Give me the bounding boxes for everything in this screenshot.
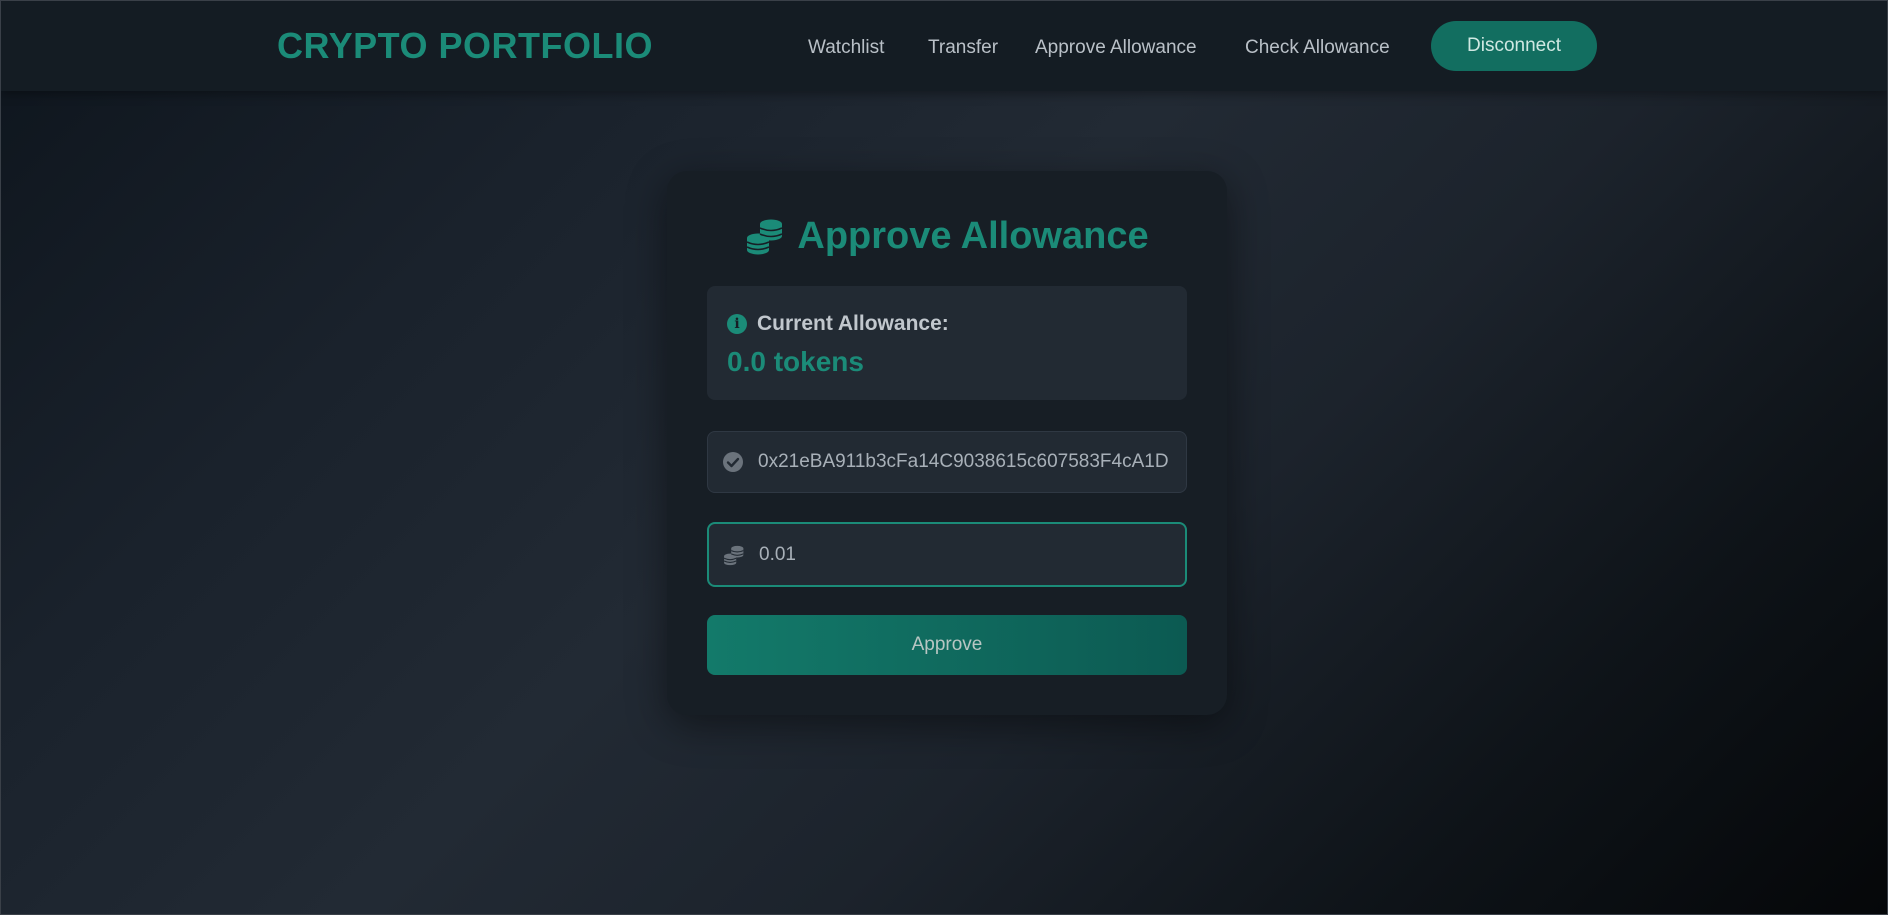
approve-allowance-card: Approve Allowance i Current Allowance: 0… xyxy=(667,171,1227,715)
allowance-value: 0.0 tokens xyxy=(727,346,864,377)
nav-link-transfer[interactable]: Transfer xyxy=(928,37,998,59)
allowance-label: Current Allowance: xyxy=(757,312,949,335)
disconnect-button[interactable]: Disconnect xyxy=(1431,21,1597,71)
allowance-label-row: i Current Allowance: xyxy=(727,312,949,336)
check-circle-icon xyxy=(722,451,744,473)
card-title: Approve Allowance xyxy=(667,211,1227,261)
brand-logo[interactable]: CRYPTO PORTFOLIO xyxy=(277,25,653,67)
nav-link-approve-allowance[interactable]: Approve Allowance xyxy=(1035,37,1197,59)
navbar: CRYPTO PORTFOLIO Watchlist Transfer Appr… xyxy=(1,1,1887,91)
coins-icon xyxy=(745,216,785,256)
coins-icon xyxy=(723,544,745,566)
card-title-text: Approve Allowance xyxy=(797,214,1149,257)
spender-address-input[interactable] xyxy=(758,432,1168,492)
spender-address-field[interactable] xyxy=(707,431,1187,493)
amount-field[interactable] xyxy=(707,522,1187,587)
approve-button[interactable]: Approve xyxy=(707,615,1187,675)
nav-link-watchlist[interactable]: Watchlist xyxy=(808,37,884,59)
info-circle-icon: i xyxy=(727,314,747,334)
current-allowance-box: i Current Allowance: 0.0 tokens xyxy=(707,286,1187,400)
amount-input[interactable] xyxy=(759,524,1169,585)
nav-link-check-allowance[interactable]: Check Allowance xyxy=(1245,37,1390,59)
app-window: CRYPTO PORTFOLIO Watchlist Transfer Appr… xyxy=(0,0,1888,915)
